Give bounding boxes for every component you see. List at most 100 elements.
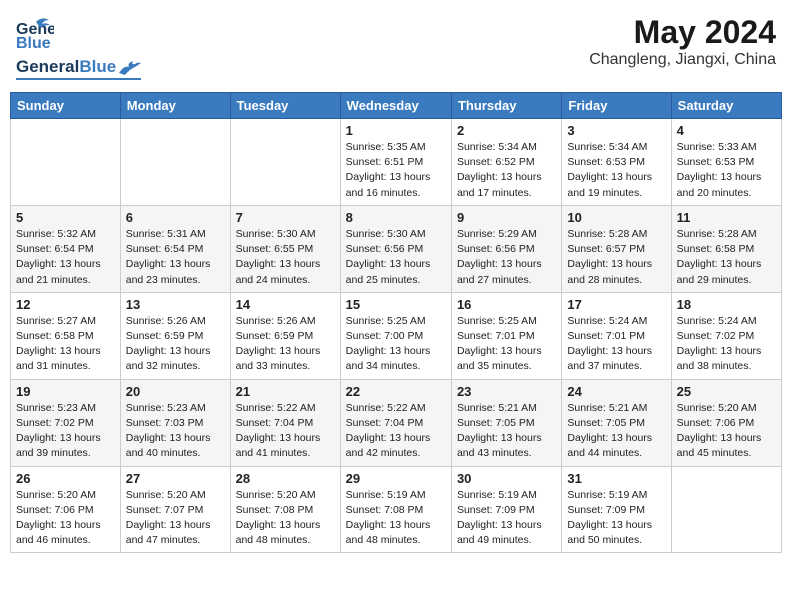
day-info: Sunrise: 5:19 AM Sunset: 7:09 PM Dayligh…: [567, 488, 665, 549]
day-info: Sunrise: 5:27 AM Sunset: 6:58 PM Dayligh…: [16, 314, 115, 375]
calendar-day-cell: 21 Sunrise: 5:22 AM Sunset: 7:04 PM Dayli…: [230, 379, 340, 466]
day-number: 29: [346, 471, 446, 486]
day-info: Sunrise: 5:20 AM Sunset: 7:06 PM Dayligh…: [16, 488, 115, 549]
calendar-day-cell: 12 Sunrise: 5:27 AM Sunset: 6:58 PM Dayli…: [11, 292, 121, 379]
calendar-week-5: 26 Sunrise: 5:20 AM Sunset: 7:06 PM Dayli…: [11, 466, 782, 553]
day-number: 30: [457, 471, 556, 486]
day-info: Sunrise: 5:34 AM Sunset: 6:52 PM Dayligh…: [457, 140, 556, 201]
calendar-day-cell: 6 Sunrise: 5:31 AM Sunset: 6:54 PM Daylig…: [120, 205, 230, 292]
calendar-day-cell: 29 Sunrise: 5:19 AM Sunset: 7:08 PM Dayli…: [340, 466, 451, 553]
day-number: 19: [16, 384, 115, 399]
day-number: 28: [236, 471, 335, 486]
logo: General Blue General Blue: [16, 14, 141, 80]
day-number: 6: [126, 210, 225, 225]
calendar-day-cell: 8 Sunrise: 5:30 AM Sunset: 6:56 PM Daylig…: [340, 205, 451, 292]
day-number: 12: [16, 297, 115, 312]
calendar-day-cell: [671, 466, 781, 553]
calendar-day-cell: 1 Sunrise: 5:35 AM Sunset: 6:51 PM Daylig…: [340, 119, 451, 206]
day-info: Sunrise: 5:30 AM Sunset: 6:55 PM Dayligh…: [236, 227, 335, 288]
calendar-day-cell: 26 Sunrise: 5:20 AM Sunset: 7:06 PM Dayli…: [11, 466, 121, 553]
day-number: 4: [677, 123, 776, 138]
day-number: 5: [16, 210, 115, 225]
calendar-day-cell: 30 Sunrise: 5:19 AM Sunset: 7:09 PM Dayli…: [451, 466, 561, 553]
day-number: 2: [457, 123, 556, 138]
day-number: 22: [346, 384, 446, 399]
day-info: Sunrise: 5:19 AM Sunset: 7:09 PM Dayligh…: [457, 488, 556, 549]
calendar-header-row: SundayMondayTuesdayWednesdayThursdayFrid…: [11, 93, 782, 119]
day-number: 26: [16, 471, 115, 486]
calendar-day-cell: 27 Sunrise: 5:20 AM Sunset: 7:07 PM Dayli…: [120, 466, 230, 553]
day-number: 24: [567, 384, 665, 399]
day-info: Sunrise: 5:24 AM Sunset: 7:01 PM Dayligh…: [567, 314, 665, 375]
day-number: 18: [677, 297, 776, 312]
day-info: Sunrise: 5:26 AM Sunset: 6:59 PM Dayligh…: [236, 314, 335, 375]
calendar-day-cell: 20 Sunrise: 5:23 AM Sunset: 7:03 PM Dayli…: [120, 379, 230, 466]
day-number: 17: [567, 297, 665, 312]
day-header-monday: Monday: [120, 93, 230, 119]
calendar-day-cell: [120, 119, 230, 206]
calendar-week-2: 5 Sunrise: 5:32 AM Sunset: 6:54 PM Daylig…: [11, 205, 782, 292]
day-header-sunday: Sunday: [11, 93, 121, 119]
day-info: Sunrise: 5:34 AM Sunset: 6:53 PM Dayligh…: [567, 140, 665, 201]
day-info: Sunrise: 5:28 AM Sunset: 6:57 PM Dayligh…: [567, 227, 665, 288]
day-info: Sunrise: 5:29 AM Sunset: 6:56 PM Dayligh…: [457, 227, 556, 288]
calendar-day-cell: 7 Sunrise: 5:30 AM Sunset: 6:55 PM Daylig…: [230, 205, 340, 292]
location-label: Changleng, Jiangxi, China: [589, 51, 776, 69]
logo-general: General: [16, 57, 79, 77]
day-number: 14: [236, 297, 335, 312]
calendar-day-cell: 22 Sunrise: 5:22 AM Sunset: 7:04 PM Dayli…: [340, 379, 451, 466]
calendar-week-3: 12 Sunrise: 5:27 AM Sunset: 6:58 PM Dayli…: [11, 292, 782, 379]
calendar-day-cell: 9Sunrise: 5:29 AM Sunset: 6:56 PM Daylig…: [451, 205, 561, 292]
calendar-table: SundayMondayTuesdayWednesdayThursdayFrid…: [10, 92, 782, 553]
day-info: Sunrise: 5:20 AM Sunset: 7:07 PM Dayligh…: [126, 488, 225, 549]
calendar-day-cell: 14 Sunrise: 5:26 AM Sunset: 6:59 PM Dayli…: [230, 292, 340, 379]
day-info: Sunrise: 5:24 AM Sunset: 7:02 PM Dayligh…: [677, 314, 776, 375]
calendar-day-cell: 18 Sunrise: 5:24 AM Sunset: 7:02 PM Dayli…: [671, 292, 781, 379]
day-header-thursday: Thursday: [451, 93, 561, 119]
day-info: Sunrise: 5:20 AM Sunset: 7:06 PM Dayligh…: [677, 401, 776, 462]
calendar-week-4: 19 Sunrise: 5:23 AM Sunset: 7:02 PM Dayli…: [11, 379, 782, 466]
calendar-week-1: 1 Sunrise: 5:35 AM Sunset: 6:51 PM Daylig…: [11, 119, 782, 206]
day-header-tuesday: Tuesday: [230, 93, 340, 119]
day-info: Sunrise: 5:28 AM Sunset: 6:58 PM Dayligh…: [677, 227, 776, 288]
day-info: Sunrise: 5:22 AM Sunset: 7:04 PM Dayligh…: [236, 401, 335, 462]
day-info: Sunrise: 5:23 AM Sunset: 7:02 PM Dayligh…: [16, 401, 115, 462]
bird-icon: [119, 59, 141, 75]
calendar-day-cell: [11, 119, 121, 206]
day-info: Sunrise: 5:33 AM Sunset: 6:53 PM Dayligh…: [677, 140, 776, 201]
calendar-day-cell: 31Sunrise: 5:19 AM Sunset: 7:09 PM Dayli…: [562, 466, 671, 553]
day-number: 11: [677, 210, 776, 225]
calendar-day-cell: 17 Sunrise: 5:24 AM Sunset: 7:01 PM Dayli…: [562, 292, 671, 379]
day-number: 27: [126, 471, 225, 486]
day-info: Sunrise: 5:32 AM Sunset: 6:54 PM Dayligh…: [16, 227, 115, 288]
day-number: 8: [346, 210, 446, 225]
day-header-wednesday: Wednesday: [340, 93, 451, 119]
calendar-day-cell: 16Sunrise: 5:25 AM Sunset: 7:01 PM Dayli…: [451, 292, 561, 379]
day-number: 15: [346, 297, 446, 312]
calendar-day-cell: 19 Sunrise: 5:23 AM Sunset: 7:02 PM Dayli…: [11, 379, 121, 466]
calendar-day-cell: [230, 119, 340, 206]
logo-underline: [16, 78, 141, 80]
day-info: Sunrise: 5:23 AM Sunset: 7:03 PM Dayligh…: [126, 401, 225, 462]
day-number: 7: [236, 210, 335, 225]
calendar-day-cell: 5 Sunrise: 5:32 AM Sunset: 6:54 PM Daylig…: [11, 205, 121, 292]
day-info: Sunrise: 5:25 AM Sunset: 7:01 PM Dayligh…: [457, 314, 556, 375]
svg-text:Blue: Blue: [16, 35, 51, 52]
day-info: Sunrise: 5:21 AM Sunset: 7:05 PM Dayligh…: [457, 401, 556, 462]
month-year-title: May 2024: [589, 14, 776, 51]
day-info: Sunrise: 5:26 AM Sunset: 6:59 PM Dayligh…: [126, 314, 225, 375]
page-header: General Blue General Blue May 2024 Chang…: [10, 10, 782, 84]
day-number: 25: [677, 384, 776, 399]
day-info: Sunrise: 5:19 AM Sunset: 7:08 PM Dayligh…: [346, 488, 446, 549]
calendar-day-cell: 2 Sunrise: 5:34 AM Sunset: 6:52 PM Daylig…: [451, 119, 561, 206]
day-number: 10: [567, 210, 665, 225]
day-number: 3: [567, 123, 665, 138]
day-info: Sunrise: 5:35 AM Sunset: 6:51 PM Dayligh…: [346, 140, 446, 201]
day-number: 20: [126, 384, 225, 399]
calendar-day-cell: 4 Sunrise: 5:33 AM Sunset: 6:53 PM Daylig…: [671, 119, 781, 206]
day-number: 21: [236, 384, 335, 399]
day-info: Sunrise: 5:22 AM Sunset: 7:04 PM Dayligh…: [346, 401, 446, 462]
day-info: Sunrise: 5:31 AM Sunset: 6:54 PM Dayligh…: [126, 227, 225, 288]
day-number: 1: [346, 123, 446, 138]
day-info: Sunrise: 5:30 AM Sunset: 6:56 PM Dayligh…: [346, 227, 446, 288]
